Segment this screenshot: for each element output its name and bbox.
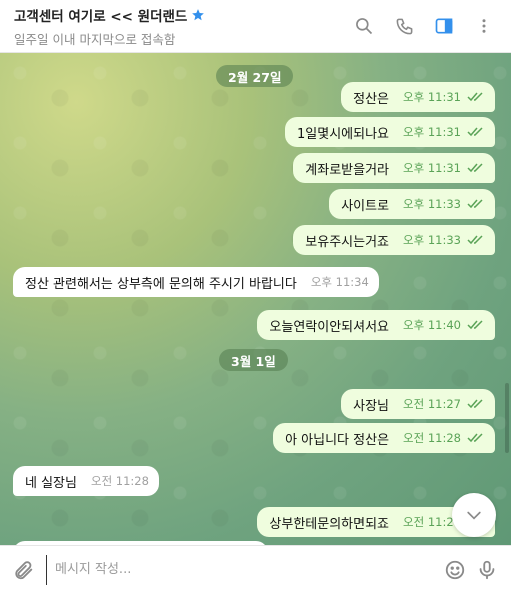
message-time: 오후 11:31	[403, 161, 461, 175]
message-text: 사장님	[353, 398, 390, 414]
voice-record-button[interactable]	[471, 554, 503, 586]
message-composer	[0, 545, 511, 593]
message-time: 오전 11:28	[90, 474, 149, 488]
message-time: 오후 11:33	[403, 197, 461, 211]
double-check-icon	[467, 320, 483, 330]
search-icon	[356, 18, 373, 35]
chat-subtitle: 일주일 이내 마지막으로 접속함	[14, 31, 176, 47]
paperclip-icon	[15, 560, 33, 579]
double-check-icon	[467, 399, 483, 409]
message-outgoing[interactable]: 사이트로 오후 11:33	[329, 189, 495, 219]
more-menu-button[interactable]	[467, 9, 501, 43]
chat-title: 고객센터 여기로 << 원더랜드	[14, 8, 188, 25]
chat-area[interactable]: 2월 27일 정산은 오후 11:31 1일몇시에되나요 오후 11:31 계좌…	[0, 53, 511, 545]
more-vertical-icon	[482, 19, 486, 33]
message-input[interactable]	[46, 554, 433, 585]
double-check-icon	[467, 163, 483, 173]
double-check-icon	[467, 199, 483, 209]
date-separator: 3월 1일	[219, 349, 288, 371]
double-check-icon	[467, 235, 483, 245]
message-text: 보유주시는거죠	[305, 234, 390, 250]
date-separator: 2월 27일	[216, 65, 294, 87]
search-button[interactable]	[347, 9, 381, 43]
scroll-to-bottom-button[interactable]	[452, 493, 496, 537]
message-text: 상부한테문의하면되죠	[269, 516, 390, 532]
message-text: 오늘연락이안되셔서요	[269, 319, 390, 335]
message-incoming[interactable]: 네 실장님 오전 11:28	[13, 466, 159, 496]
message-text: 계좌로받을거라	[305, 162, 390, 178]
message-time: 오후 11:34	[310, 275, 369, 289]
chevron-down-icon	[467, 511, 481, 520]
double-check-icon	[467, 92, 483, 102]
sidebar-panel-icon	[435, 18, 453, 34]
message-text: 네 실장님	[25, 475, 77, 491]
chat-scrollbar[interactable]	[505, 383, 509, 453]
message-time: 오후 11:33	[403, 233, 461, 247]
message-outgoing[interactable]: 정산은 오후 11:31	[341, 82, 495, 112]
double-check-icon	[467, 127, 483, 137]
message-text: 1일몇시에되나요	[297, 126, 390, 142]
double-check-icon	[467, 433, 483, 443]
message-time: 오전 11:27	[403, 397, 461, 411]
smiley-icon	[445, 560, 465, 579]
message-time: 오전 11:28	[403, 431, 461, 445]
message-outgoing[interactable]: 계좌로받을거라 오후 11:31	[293, 153, 495, 183]
message-incoming[interactable]: 정산 관련해서는 상부측에 문의해 주시기 바랍니다 오후 11:34	[13, 267, 379, 297]
message-outgoing[interactable]: 1일몇시에되나요 오후 11:31	[285, 117, 495, 147]
message-outgoing[interactable]: 보유주시는거죠 오후 11:33	[293, 225, 495, 255]
call-button[interactable]	[387, 9, 421, 43]
message-time: 오후 11:31	[403, 125, 461, 139]
message-text: 아 아닙니다 정산은	[285, 432, 390, 448]
emoji-button[interactable]	[439, 554, 471, 586]
phone-icon	[396, 18, 412, 34]
chat-header-info[interactable]: 고객센터 여기로 << 원더랜드 일주일 이내 마지막으로 접속함	[14, 5, 347, 48]
message-time: 오후 11:31	[403, 90, 461, 104]
message-outgoing[interactable]: 오늘연락이안되셔서요 오후 11:40	[257, 310, 495, 340]
message-text: 정산은	[353, 91, 390, 107]
star-icon	[192, 8, 205, 20]
chat-header: 고객센터 여기로 << 원더랜드 일주일 이내 마지막으로 접속함	[0, 0, 511, 53]
message-text: 정산 관련해서는 상부측에 문의해 주시기 바랍니다	[25, 276, 297, 292]
sidebar-toggle-button[interactable]	[427, 9, 461, 43]
message-text: 사이트로	[341, 198, 390, 214]
message-incoming-partial[interactable]	[13, 541, 268, 545]
microphone-icon	[479, 560, 495, 579]
message-outgoing[interactable]: 아 아닙니다 정산은 오전 11:28	[273, 423, 495, 453]
message-time: 오후 11:40	[403, 318, 461, 332]
message-outgoing[interactable]: 사장님 오전 11:27	[341, 389, 495, 419]
attach-button[interactable]	[8, 554, 40, 586]
